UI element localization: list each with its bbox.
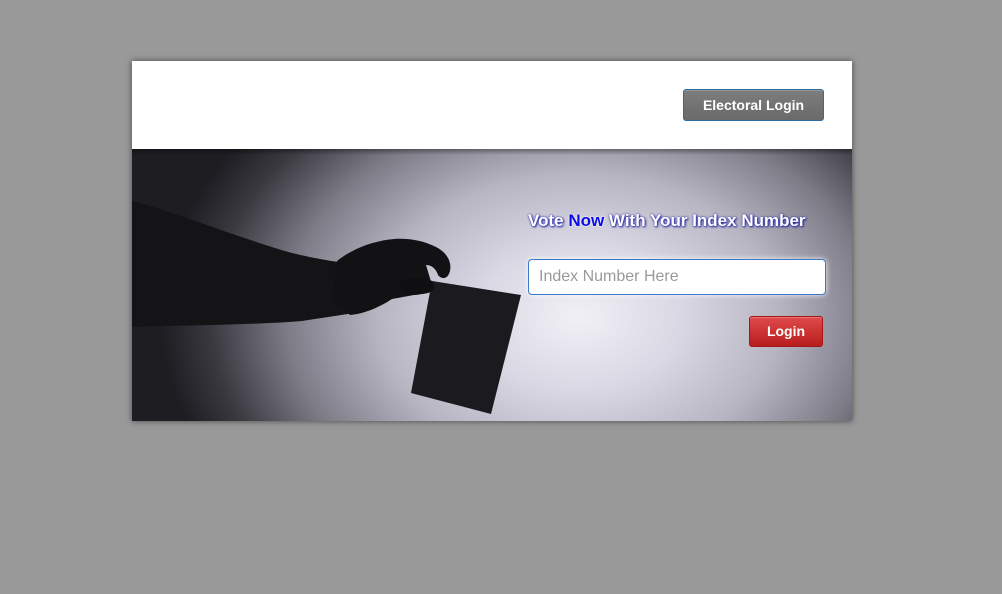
hero-top-shadow xyxy=(132,149,852,155)
header-bar: Electoral Login xyxy=(132,61,852,149)
main-card: Electoral Login Vote Now With Your Index… xyxy=(132,61,852,421)
vote-headline-part1: Vote xyxy=(528,211,569,230)
hero-banner: Vote Now With Your Index Number Login xyxy=(132,149,852,421)
vote-headline: Vote Now With Your Index Number xyxy=(528,209,808,232)
index-number-input[interactable] xyxy=(528,259,826,295)
vote-headline-part2: With Your Index Number xyxy=(604,211,806,230)
login-button[interactable]: Login xyxy=(749,316,823,347)
electoral-login-button[interactable]: Electoral Login xyxy=(683,89,824,121)
vote-headline-highlight: Now xyxy=(568,211,605,230)
